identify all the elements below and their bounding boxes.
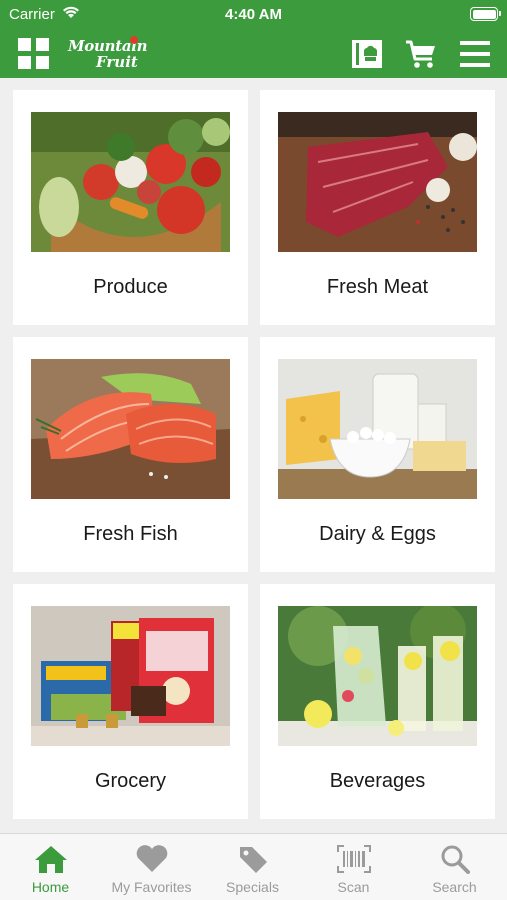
fresh-meat-photo [278,112,477,252]
tab-home[interactable]: Home [0,834,101,900]
category-card-beverages[interactable]: Beverages [260,584,495,819]
tab-label: Scan [337,879,370,895]
tab-my-favorites[interactable]: My Favorites [101,834,202,900]
category-label: Fresh Meat [326,276,429,298]
tab-label: My Favorites [111,879,192,895]
produce-photo [31,112,230,252]
category-label: Produce [93,276,168,298]
app-logo: Mountain Fruit [68,36,148,71]
dairy-eggs-photo [278,359,477,499]
battery-icon [470,7,501,21]
tab-specials[interactable]: Specials [202,834,303,900]
category-label: Beverages [329,770,426,792]
status-bar: Carrier 4:40 AM [0,0,507,30]
tab-label: Home [31,879,70,895]
nav-bar: Mountain Fruit [0,30,507,78]
category-card-produce[interactable]: Produce [13,90,248,325]
tab-bar: Home My Favorites Specials Scan Search [0,833,507,900]
recipe-book-icon[interactable] [350,38,384,70]
barcode-icon [337,845,371,873]
home-icon [35,846,67,873]
category-card-fresh-fish[interactable]: Fresh Fish [13,337,248,572]
category-label: Dairy & Eggs [319,523,436,545]
category-card-grocery[interactable]: Grocery [13,584,248,819]
categories-grid-button[interactable] [18,38,50,70]
tab-label: Search [432,879,477,895]
grid-icon [18,38,31,51]
tag-icon [240,847,267,873]
grocery-photo [31,606,230,746]
beverages-photo [278,606,477,746]
clock: 4:40 AM [225,6,282,23]
menu-icon[interactable] [458,38,492,70]
category-label: Grocery [94,770,167,792]
fresh-fish-photo [31,359,230,499]
tab-label: Specials [226,879,279,895]
cart-icon[interactable] [404,38,438,70]
tab-search[interactable]: Search [404,834,505,900]
search-icon [441,845,470,874]
heart-icon [136,845,168,872]
category-label: Fresh Fish [83,523,178,545]
tab-scan[interactable]: Scan [303,834,404,900]
category-card-dairy-eggs[interactable]: Dairy & Eggs [260,337,495,572]
category-card-fresh-meat[interactable]: Fresh Meat [260,90,495,325]
